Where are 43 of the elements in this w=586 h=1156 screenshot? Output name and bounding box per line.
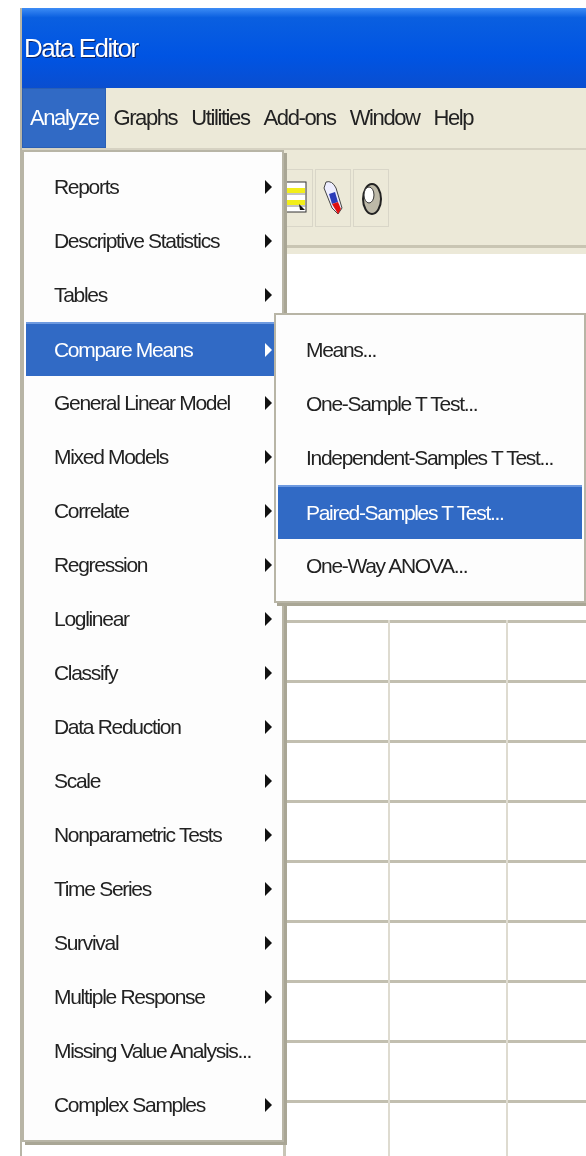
menu-item[interactable]: Survival xyxy=(26,916,280,970)
menu-item[interactable]: One-Way ANOVA... xyxy=(278,539,582,593)
submenu-arrow-icon xyxy=(265,180,272,194)
menu-item[interactable]: Analyze xyxy=(22,88,107,148)
window-title: Data Editor xyxy=(24,32,138,64)
submenu-arrow-icon xyxy=(265,666,272,680)
menu-item[interactable]: Help xyxy=(426,88,481,148)
menu-item[interactable]: Scale xyxy=(26,754,280,808)
menu-item[interactable]: Window xyxy=(342,88,427,148)
submenu-arrow-icon xyxy=(265,234,272,248)
submenu-arrow-icon xyxy=(265,504,272,518)
submenu-arrow-icon xyxy=(265,288,272,302)
menu-item[interactable]: Multiple Response xyxy=(26,970,280,1024)
menu-item[interactable]: Loglinear xyxy=(26,592,280,646)
submenu-arrow-icon xyxy=(265,936,272,950)
menu-item[interactable]: Reports xyxy=(26,160,280,214)
menu-item[interactable]: Time Series xyxy=(26,862,280,916)
menu-item[interactable]: Data Reduction xyxy=(26,700,280,754)
submenu-arrow-icon xyxy=(265,558,272,572)
menu-item[interactable]: Tables xyxy=(26,268,280,322)
menu-item[interactable]: Means... xyxy=(278,323,582,377)
submenu-arrow-icon xyxy=(265,1098,272,1112)
menu-item[interactable]: Descriptive Statistics xyxy=(26,214,280,268)
submenu-arrow-icon xyxy=(265,828,272,842)
marker-icon[interactable] xyxy=(315,168,351,227)
menu-item[interactable]: Independent-Samples T Test... xyxy=(278,431,582,485)
menu-item[interactable]: Add-ons xyxy=(256,88,343,148)
submenu-arrow-icon xyxy=(265,990,272,1004)
menu-item[interactable]: Classify xyxy=(26,646,280,700)
submenu-arrow-icon xyxy=(265,720,272,734)
submenu-arrow-icon xyxy=(265,882,272,896)
menu-item[interactable]: Utilities xyxy=(184,88,257,148)
menu-item[interactable]: Nonparametric Tests xyxy=(26,808,280,862)
submenu-arrow-icon xyxy=(265,612,272,626)
menu-item[interactable]: Missing Value Analysis... xyxy=(26,1024,280,1078)
submenu-arrow-icon xyxy=(265,450,272,464)
menu-item[interactable]: One-Sample T Test... xyxy=(278,377,582,431)
menu-item[interactable]: Complex Samples xyxy=(26,1078,280,1132)
submenu-arrow-icon xyxy=(265,343,272,357)
menu-item[interactable]: Paired-Samples T Test... xyxy=(278,485,582,539)
menu-item[interactable]: Graphs xyxy=(106,88,185,148)
submenu-arrow-icon xyxy=(265,774,272,788)
submenu-arrow-icon xyxy=(265,396,272,410)
